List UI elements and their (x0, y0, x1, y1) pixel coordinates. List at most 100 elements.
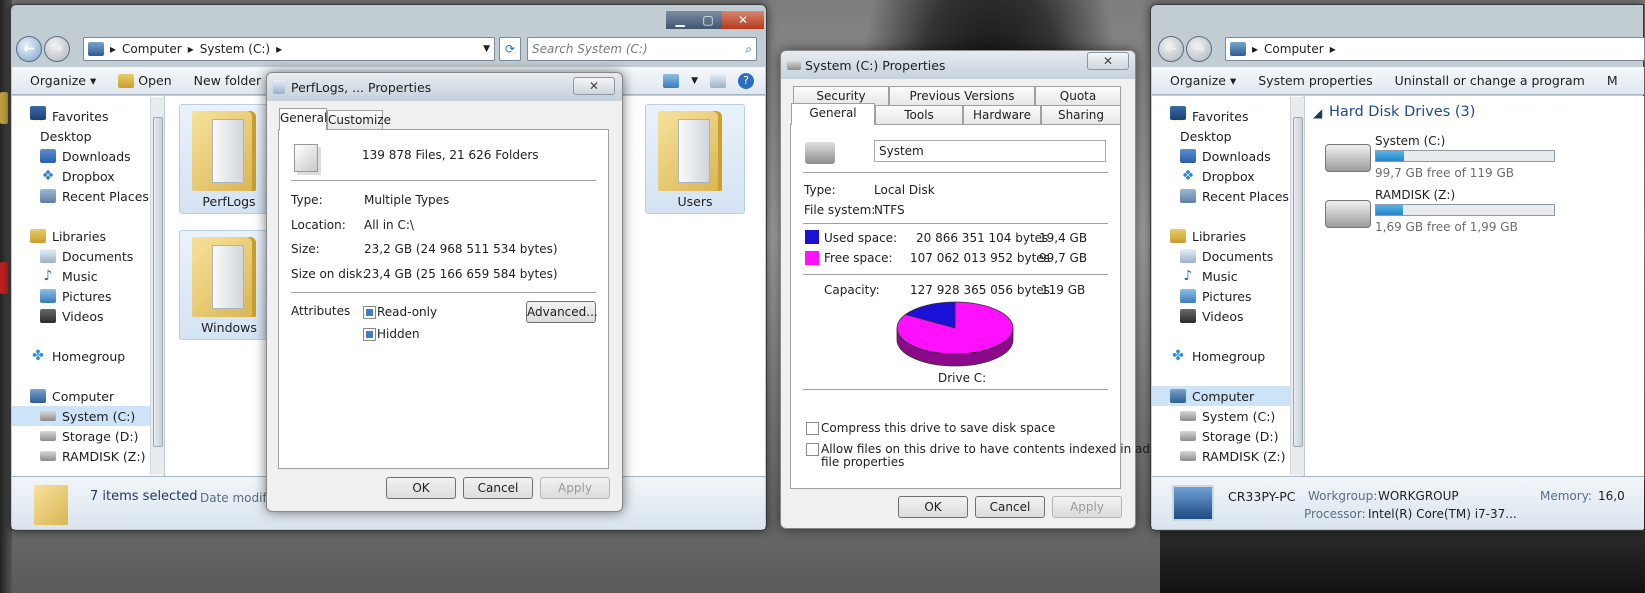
nav-label: Libraries (1192, 228, 1246, 244)
apply-button[interactable]: Apply (540, 477, 610, 499)
maximize-icon[interactable]: ▢ (694, 11, 722, 29)
nav-computer[interactable]: Computer (30, 386, 150, 406)
compress-checkbox[interactable] (806, 422, 819, 435)
chevron-down-icon[interactable]: ▼ (483, 44, 490, 54)
nav-libraries[interactable]: Libraries (30, 226, 150, 246)
organize-button[interactable]: Organize ▾ (30, 73, 96, 88)
nav-dropbox[interactable]: ❖ Dropbox (1170, 166, 1290, 186)
ok-button[interactable]: OK (386, 477, 456, 499)
nav-dropbox[interactable]: ❖ Dropbox (30, 166, 150, 186)
nav-desktop[interactable]: Desktop (1170, 106, 1290, 146)
search-input[interactable]: Search System (C:) ⌕ (527, 37, 757, 61)
drive-icon (787, 61, 801, 70)
new-folder-button[interactable]: New folder (194, 73, 262, 88)
nav-scrollbar[interactable] (1290, 97, 1304, 475)
scrollbar-thumb[interactable] (153, 117, 163, 447)
tab-general[interactable]: General (279, 108, 327, 130)
back-button[interactable]: ← (1158, 36, 1184, 62)
type-label: Type: (291, 193, 323, 207)
nav-storage-d[interactable]: Storage (D:) (30, 426, 150, 446)
nav-downloads[interactable]: Downloads (30, 146, 150, 166)
help-icon[interactable]: ? (738, 72, 755, 89)
uninstall-button[interactable]: Uninstall or change a program (1395, 73, 1585, 88)
nav-videos[interactable]: Videos (1170, 306, 1290, 326)
system-properties-button[interactable]: System properties (1258, 73, 1372, 88)
section-header[interactable]: Hard Disk Drives (3) (1329, 104, 1475, 120)
nav-videos[interactable]: Videos (30, 306, 150, 326)
breadcrumb-computer[interactable]: Computer (1264, 42, 1324, 56)
nav-storage-d[interactable]: Storage (D:) (1170, 426, 1290, 446)
folder-windows[interactable]: Windows (179, 230, 279, 340)
nav-desktop[interactable]: Desktop (30, 106, 150, 146)
folder-perflogs[interactable]: PerfLogs (179, 104, 279, 214)
nav-pictures[interactable]: Pictures (30, 286, 150, 306)
refresh-icon[interactable]: ⟳ (499, 37, 521, 61)
tab-sharing[interactable]: Sharing (1041, 105, 1121, 125)
address-bar[interactable]: ▸ Computer ▸ (1225, 37, 1645, 61)
tab-tools[interactable]: Tools (875, 105, 963, 125)
apply-button[interactable]: Apply (1052, 496, 1122, 518)
tab-general[interactable]: General (791, 103, 875, 125)
taskbar-app-icon[interactable] (0, 92, 8, 124)
ok-button[interactable]: OK (898, 496, 968, 518)
tab-previous-versions[interactable]: Previous Versions (889, 86, 1035, 106)
nav-system-c[interactable]: System (C:) (1170, 406, 1290, 426)
view-options-icon[interactable] (663, 73, 680, 88)
chevron-down-icon[interactable]: ▼ (691, 76, 698, 86)
more-button[interactable]: M (1607, 73, 1618, 88)
search-icon[interactable]: ⌕ (745, 42, 752, 57)
close-icon[interactable]: ✕ (722, 11, 764, 29)
nav-downloads[interactable]: Downloads (1170, 146, 1290, 166)
close-icon[interactable]: ✕ (1087, 52, 1129, 70)
nav-ramdisk-z[interactable]: RAMDISK (Z:) (1170, 446, 1290, 466)
address-bar[interactable]: ▸ Computer ▸ System (C:) ▸ ▼ (83, 37, 495, 61)
taskbar-app-icon[interactable] (0, 262, 8, 294)
tab-quota[interactable]: Quota (1035, 86, 1121, 106)
readonly-checkbox[interactable] (363, 306, 376, 319)
forward-button[interactable]: → (1186, 36, 1212, 62)
cancel-button[interactable]: Cancel (463, 477, 533, 499)
drive-icon (40, 411, 56, 421)
nav-homegroup[interactable]: ✤ Homegroup (30, 346, 150, 366)
drive-name[interactable]: RAMDISK (Z:) (1375, 188, 1455, 202)
nav-system-c[interactable]: System (C:) (12, 406, 160, 426)
capacity-bytes: 127 928 365 056 bytes (910, 283, 1050, 297)
nav-recent-places[interactable]: Recent Places (30, 186, 150, 206)
collapse-arrow-icon[interactable]: ◢ (1313, 106, 1322, 120)
nav-pictures[interactable]: Pictures (1170, 286, 1290, 306)
nav-music[interactable]: ♪ Music (1170, 266, 1290, 286)
nav-favorites[interactable]: ★Favorites (30, 106, 150, 126)
open-button[interactable]: Open (118, 73, 172, 88)
nav-documents[interactable]: Documents (1170, 246, 1290, 266)
nav-ramdisk-z[interactable]: RAMDISK (Z:) (30, 446, 150, 466)
nav-recent-places[interactable]: Recent Places (1170, 186, 1290, 206)
index-checkbox[interactable] (806, 443, 819, 456)
forward-button[interactable]: → (44, 36, 70, 62)
drive-name[interactable]: System (C:) (1375, 134, 1445, 148)
computer-icon (1230, 42, 1246, 56)
tab-hardware[interactable]: Hardware (963, 105, 1041, 125)
breadcrumb-system-c[interactable]: System (C:) (200, 42, 270, 56)
drive-name-input[interactable]: System (874, 140, 1106, 162)
nav-computer[interactable]: Computer (1152, 386, 1300, 406)
minimize-icon[interactable]: ▁ (666, 11, 694, 29)
nav-documents[interactable]: Documents (30, 246, 150, 266)
cancel-button[interactable]: Cancel (975, 496, 1045, 518)
nav-homegroup[interactable]: ✤ Homegroup (1170, 346, 1290, 366)
folder-users[interactable]: Users (645, 104, 745, 214)
tab-customize[interactable]: Customize (327, 110, 391, 130)
organize-button[interactable]: Organize ▾ (1170, 73, 1236, 88)
nav-scrollbar[interactable] (150, 97, 164, 475)
nav-favorites[interactable]: ★Favorites (1170, 106, 1290, 126)
preview-pane-icon[interactable] (710, 73, 727, 88)
close-icon[interactable]: ✕ (573, 77, 615, 95)
nav-libraries[interactable]: Libraries (1170, 226, 1290, 246)
hidden-checkbox[interactable] (363, 328, 376, 341)
advanced-button[interactable]: Advanced... (526, 301, 598, 323)
breadcrumb-computer[interactable]: Computer (122, 42, 182, 56)
nav-music[interactable]: ♪ Music (30, 266, 150, 286)
scrollbar-thumb[interactable] (1293, 117, 1303, 447)
drives-area: ◢ Hard Disk Drives (3) System (C:) 99,7 … (1305, 96, 1644, 476)
nav-label: Downloads (1202, 148, 1271, 164)
back-button[interactable]: ← (16, 36, 42, 62)
